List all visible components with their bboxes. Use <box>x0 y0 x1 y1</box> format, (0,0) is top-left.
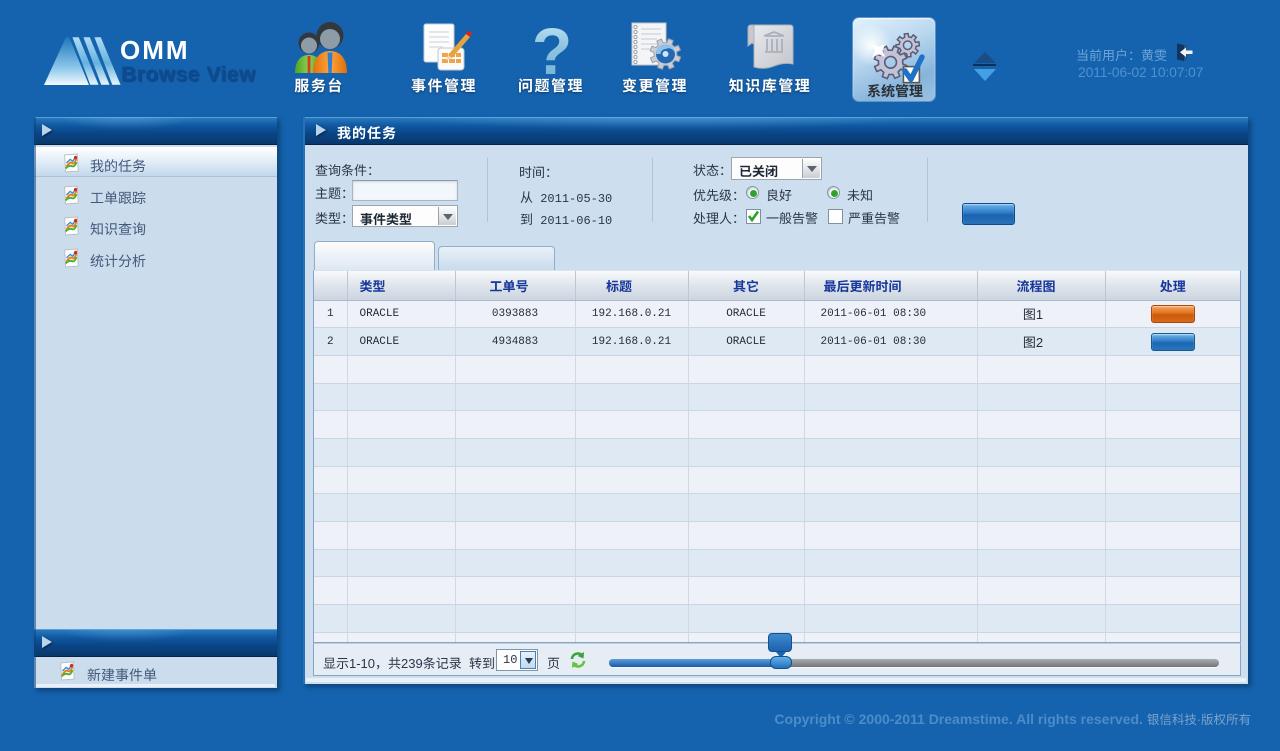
svg-text:?: ? <box>532 20 572 80</box>
